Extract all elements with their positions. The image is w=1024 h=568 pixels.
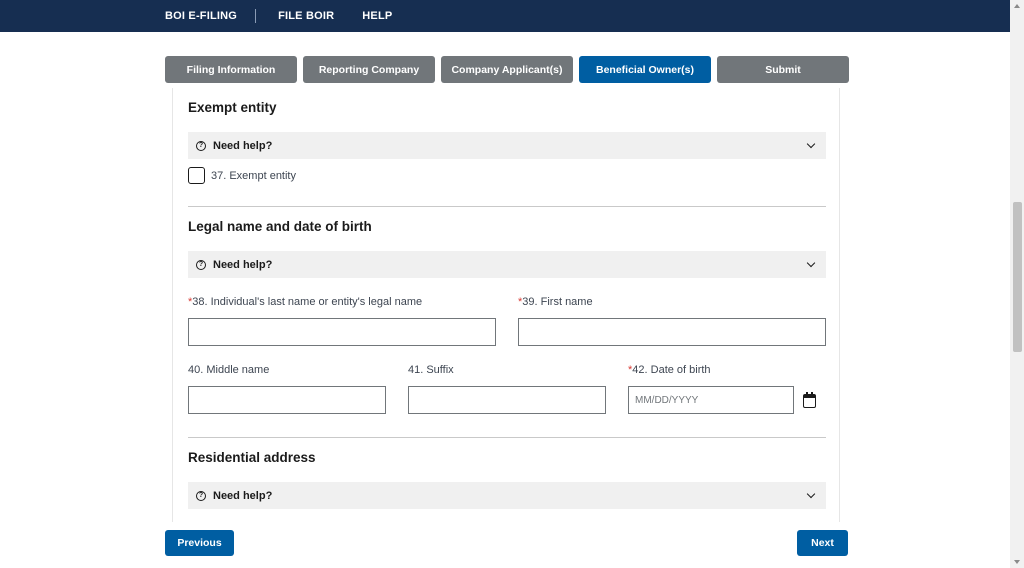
step-beneficial-owners[interactable]: Beneficial Owner(s): [579, 56, 711, 83]
chevron-down-icon: [806, 139, 816, 149]
residential-help-accordion[interactable]: ? Need help?: [188, 482, 826, 509]
question-circle-icon: ?: [196, 490, 206, 501]
scrollbar-thumb[interactable]: [1013, 202, 1022, 352]
page-scrollbar[interactable]: [1010, 0, 1024, 568]
exempt-entity-heading: Exempt entity: [188, 100, 277, 115]
step-company-applicants[interactable]: Company Applicant(s): [441, 56, 573, 83]
help-label: Need help?: [213, 489, 273, 502]
section-divider: [188, 206, 826, 207]
first-name-input[interactable]: [518, 318, 826, 346]
question-circle-icon: ?: [196, 259, 206, 270]
question-circle-icon: ?: [196, 140, 206, 151]
exempt-entity-row: 37. Exempt entity: [188, 167, 296, 184]
nav-divider: [255, 9, 257, 23]
top-navbar: BOI E-FILING FILE BOIR HELP: [0, 0, 1024, 32]
last-name-input[interactable]: [188, 318, 496, 346]
chevron-down-icon: [806, 489, 816, 499]
step-reporting-company[interactable]: Reporting Company: [303, 56, 435, 83]
chevron-down-icon: [806, 258, 816, 268]
help-label: Need help?: [213, 258, 273, 271]
form-content: Exempt entity ? Need help? 37. Exempt en…: [172, 88, 840, 522]
help-label: Need help?: [213, 139, 273, 152]
section-divider: [188, 437, 826, 438]
last-name-label: *38. Individual's last name or entity's …: [188, 296, 423, 308]
residential-address-heading: Residential address: [188, 450, 316, 465]
suffix-input[interactable]: [408, 386, 606, 414]
dob-input[interactable]: [628, 386, 794, 414]
legal-help-accordion[interactable]: ? Need help?: [188, 251, 826, 278]
exempt-help-accordion[interactable]: ? Need help?: [188, 132, 826, 159]
scroll-down-icon[interactable]: [1014, 560, 1020, 564]
file-boir-link[interactable]: FILE BOIR: [278, 10, 334, 22]
scroll-up-icon[interactable]: [1014, 4, 1020, 8]
brand-link[interactable]: BOI E-FILING: [165, 10, 237, 22]
previous-button[interactable]: Previous: [165, 530, 234, 556]
middle-name-label: 40. Middle name: [188, 364, 270, 376]
suffix-label: 41. Suffix: [408, 364, 454, 376]
exempt-entity-checkbox[interactable]: [188, 167, 205, 184]
calendar-icon[interactable]: [803, 392, 816, 408]
first-name-label: *39. First name: [518, 296, 593, 308]
step-progress-bar: Filing Information Reporting Company Com…: [165, 56, 849, 83]
help-link[interactable]: HELP: [362, 10, 392, 22]
middle-name-input[interactable]: [188, 386, 386, 414]
dob-label: *42. Date of birth: [628, 364, 711, 376]
next-button[interactable]: Next: [797, 530, 848, 556]
exempt-entity-label: 37. Exempt entity: [211, 169, 296, 182]
step-submit[interactable]: Submit: [717, 56, 849, 83]
step-filing-information[interactable]: Filing Information: [165, 56, 297, 83]
legal-name-heading: Legal name and date of birth: [188, 219, 372, 234]
